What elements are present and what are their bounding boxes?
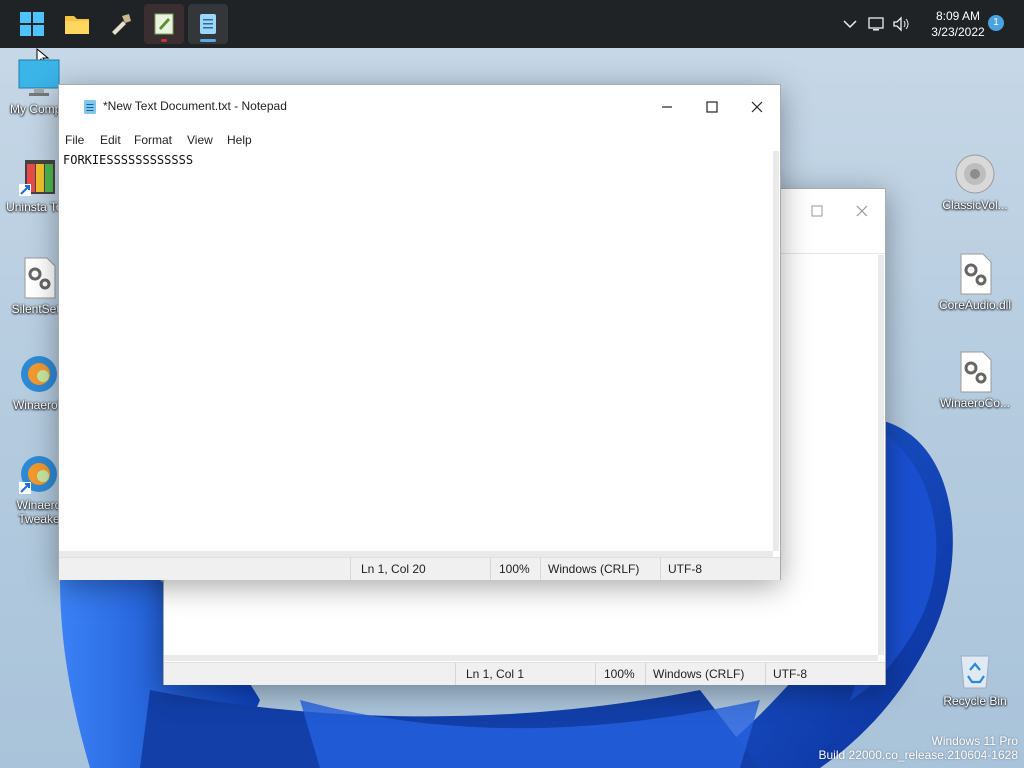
menu-file[interactable]: File (65, 133, 84, 147)
status-divider (455, 663, 456, 685)
maximize-button[interactable] (689, 93, 735, 121)
status-divider (350, 558, 351, 580)
recycle-bin-icon (953, 648, 997, 692)
status-position: Ln 1, Col 1 (466, 667, 525, 681)
status-line-ending: Windows (CRLF) (548, 562, 640, 576)
monitor-icon (17, 56, 61, 100)
watermark-edition: Windows 11 Pro (931, 734, 1018, 748)
status-encoding: UTF-8 (668, 562, 702, 576)
file-explorer-button[interactable] (57, 4, 97, 44)
status-zoom: 100% (604, 667, 635, 681)
menu-format[interactable]: Format (134, 133, 172, 147)
menu-help[interactable]: Help (227, 133, 252, 147)
clock-date: 3/23/2022 (931, 25, 985, 39)
notepad-taskbar-button[interactable] (188, 4, 228, 44)
menu-view[interactable]: View (187, 133, 213, 147)
active-indicator (200, 39, 216, 42)
settings-file-icon (17, 256, 61, 300)
windows-logo-icon (20, 12, 44, 36)
active-indicator (161, 39, 167, 42)
desktop-icon-label: ClassicVol... (942, 198, 1008, 212)
clock-time: 8:09 AM (935, 9, 981, 23)
speaker-icon (953, 152, 997, 196)
window-title: *New Text Document.txt - Notepad (103, 99, 287, 113)
uninstall-tool-icon (17, 154, 61, 198)
vertical-scrollbar[interactable] (773, 151, 779, 551)
title-bar[interactable]: *New Text Document.txt - Notepad (59, 85, 780, 129)
maximize-button[interactable] (794, 197, 840, 225)
edge-icon (17, 352, 61, 396)
status-divider (660, 558, 661, 580)
status-encoding: UTF-8 (773, 667, 807, 681)
desktop-icon-winaero-co[interactable]: WinaeroCo... (936, 350, 1014, 410)
uninstall-tool-taskbar-button[interactable] (101, 4, 141, 44)
os-watermark: Windows 11 Pro Build 22000.co_release.21… (819, 734, 1019, 762)
notepad-window[interactable]: *New Text Document.txt - Notepad File Ed… (58, 84, 781, 580)
edge-icon (17, 452, 61, 496)
status-bar: Ln 1, Col 1 100% Windows (CRLF) UTF-8 (164, 662, 885, 685)
editor-content: FORKIESSSSSSSSSSSS (63, 153, 194, 167)
notepad-icon (84, 100, 96, 114)
status-divider (645, 663, 646, 685)
status-divider (540, 558, 541, 580)
maximize-icon (706, 101, 718, 113)
chevron-up-icon[interactable] (840, 14, 860, 34)
start-button[interactable] (12, 4, 52, 44)
desktop-icon-recycle-bin[interactable]: Recycle Bin (936, 648, 1014, 708)
close-icon (751, 101, 763, 113)
desktop-icon-coreaudio-dll[interactable]: CoreAudio.dll (936, 252, 1014, 312)
desktop-icon-label: CoreAudio.dll (938, 298, 1012, 312)
status-line-ending: Windows (CRLF) (653, 667, 745, 681)
taskbar: 8:09 AM 3/23/2022 1 (0, 0, 1024, 48)
notepad-modified-taskbar-button[interactable] (144, 4, 184, 44)
minimize-icon (662, 106, 672, 108)
vertical-scrollbar[interactable] (878, 255, 884, 655)
text-editor-area[interactable]: FORKIESSSSSSSSSSSS (63, 153, 773, 547)
close-button[interactable] (839, 197, 885, 225)
minimize-button[interactable] (644, 93, 690, 121)
status-bar: Ln 1, Col 20 100% Windows (CRLF) UTF-8 (59, 557, 780, 580)
watermark-build: Build 22000.co_release.210604-1628 (818, 748, 1019, 762)
volume-icon[interactable] (891, 14, 911, 34)
settings-file-icon (953, 350, 997, 394)
wrench-icon (112, 14, 131, 35)
status-position: Ln 1, Col 20 (361, 562, 426, 576)
close-button[interactable] (734, 93, 780, 121)
network-icon[interactable] (867, 14, 887, 34)
status-zoom: 100% (499, 562, 530, 576)
status-divider (765, 663, 766, 685)
horizontal-scrollbar[interactable] (164, 655, 878, 661)
folder-icon (65, 16, 89, 34)
desktop-icon-label: Recycle Bin (943, 694, 1007, 708)
status-divider (595, 663, 596, 685)
notepad-icon (200, 14, 216, 34)
desktop-icon-label: WinaeroCo... (939, 396, 1011, 410)
status-divider (490, 558, 491, 580)
menu-bar: File Edit Format View Help (59, 129, 780, 151)
notepad-icon (154, 13, 174, 35)
settings-file-icon (953, 252, 997, 296)
taskbar-clock[interactable]: 8:09 AM 3/23/2022 (918, 8, 998, 40)
notification-badge[interactable]: 1 (988, 15, 1004, 31)
menu-edit[interactable]: Edit (100, 133, 121, 147)
desktop-icon-classic-volume[interactable]: ClassicVol... (936, 152, 1014, 212)
